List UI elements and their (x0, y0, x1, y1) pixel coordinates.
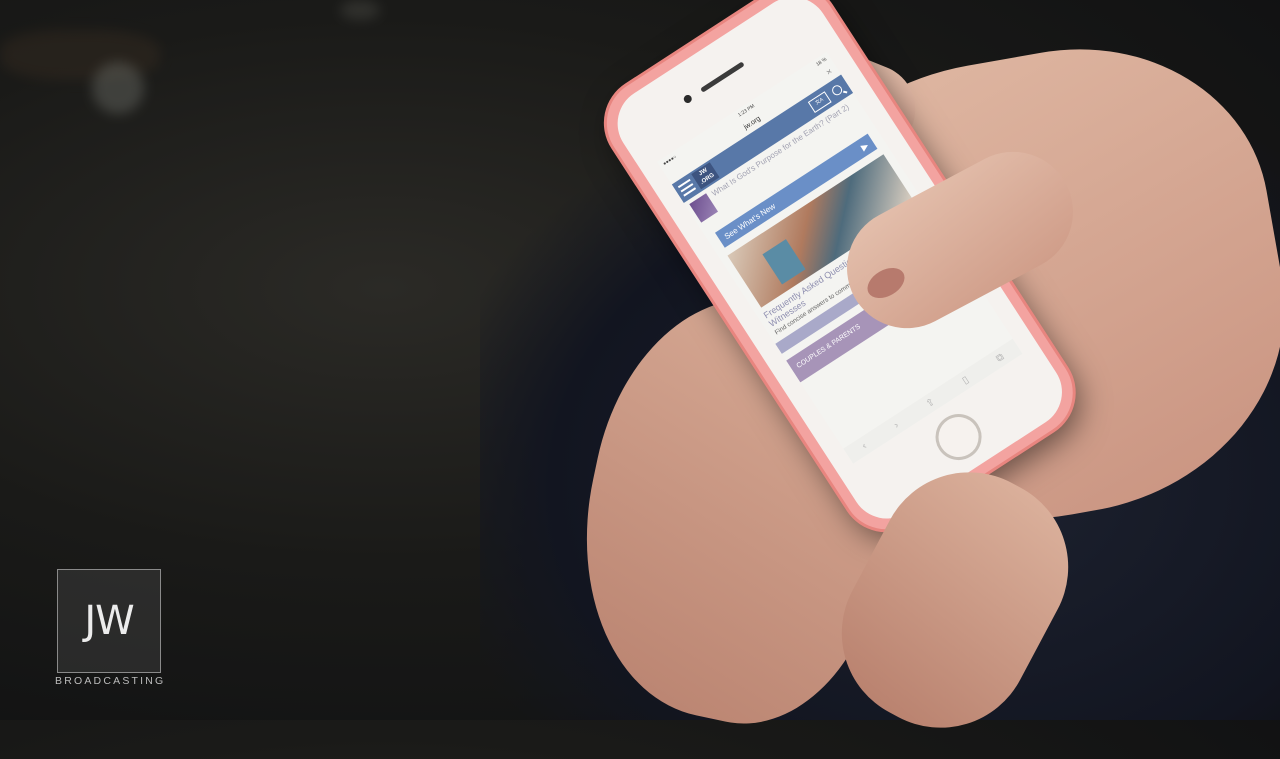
browser-toolbar: ‹ › ⇪ ▯ ⧉ (843, 338, 1023, 464)
close-icon[interactable]: × (824, 66, 834, 77)
watermark-logo: JW (84, 598, 134, 644)
search-icon[interactable] (830, 83, 845, 98)
home-button[interactable] (926, 405, 991, 469)
bookmarks-icon[interactable]: ▯ (960, 374, 971, 386)
book-illustration (762, 239, 806, 285)
earpiece-speaker (700, 61, 745, 93)
front-camera (682, 93, 694, 105)
background-light (340, 0, 380, 20)
background-light (92, 62, 144, 114)
forward-icon[interactable]: › (892, 419, 901, 430)
tabs-icon[interactable]: ⧉ (994, 351, 1006, 364)
share-icon[interactable]: ⇪ (924, 396, 937, 410)
menu-icon[interactable] (677, 178, 697, 197)
watermark-label: BROADCASTING (55, 675, 166, 687)
back-icon[interactable]: ‹ (860, 440, 869, 451)
chevron-right-icon: ▶ (858, 139, 870, 152)
article-thumbnail (689, 193, 719, 223)
watermark-logo-box: JW (57, 569, 161, 673)
